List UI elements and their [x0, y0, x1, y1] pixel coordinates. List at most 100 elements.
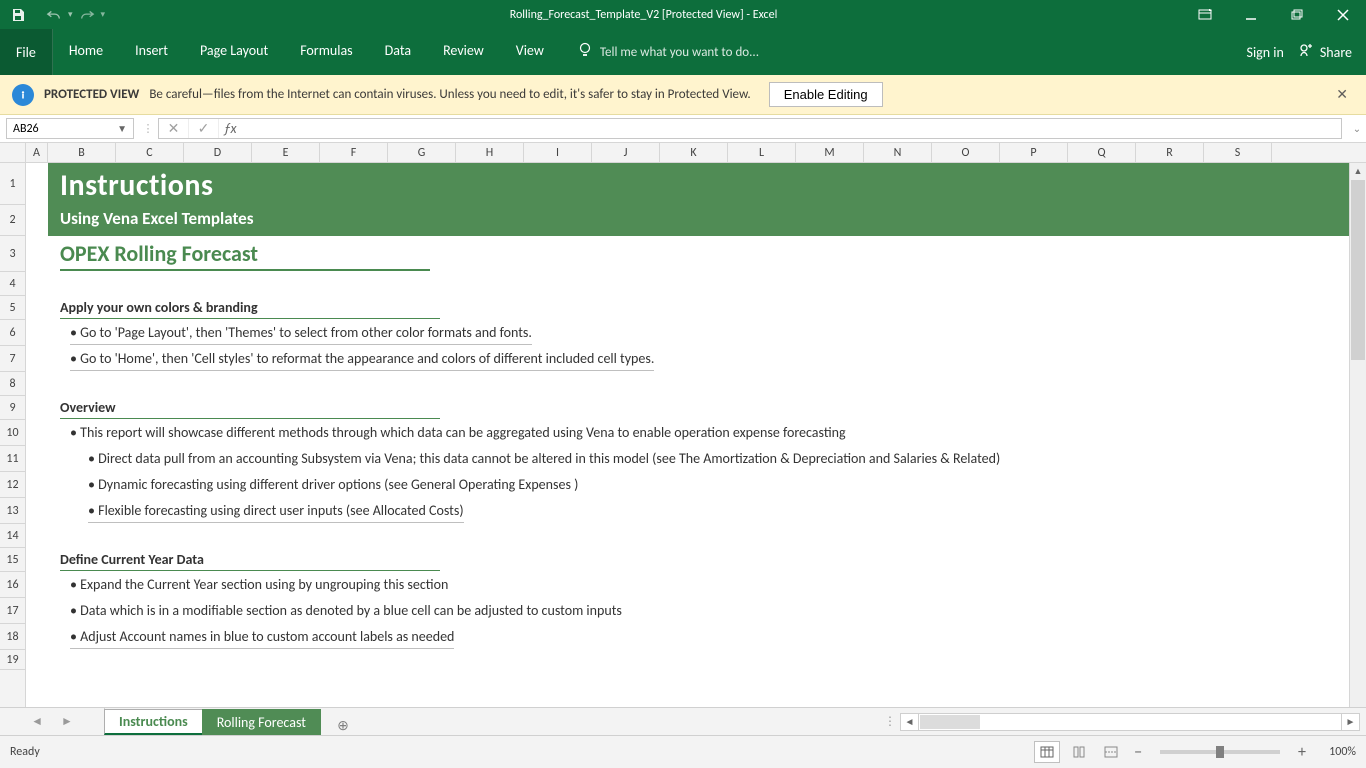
row-header[interactable]: 4	[0, 272, 25, 296]
row-header[interactable]: 9	[0, 396, 25, 420]
new-sheet-button[interactable]: ⊕	[329, 716, 357, 735]
ribbon-tab-view[interactable]: View	[500, 29, 560, 75]
row-header[interactable]: 16	[0, 572, 25, 598]
column-header[interactable]: I	[524, 143, 592, 162]
cell-grid[interactable]: ▲ ▼ Instructions Using Vena Excel Templa…	[26, 163, 1366, 735]
page-break-view-icon[interactable]	[1098, 741, 1124, 763]
zoom-out-button[interactable]: −	[1130, 743, 1146, 762]
column-header[interactable]: N	[864, 143, 932, 162]
share-button[interactable]: Share	[1298, 42, 1352, 62]
enter-formula-icon[interactable]: ✓	[189, 119, 219, 138]
sign-in-link[interactable]: Sign in	[1247, 44, 1284, 61]
horizontal-scrollbar[interactable]: ◄ ►	[900, 713, 1360, 731]
sheet-tab-instructions[interactable]: Instructions	[104, 709, 203, 735]
column-header[interactable]: K	[660, 143, 728, 162]
tab-nav-prev-icon[interactable]: ◄	[31, 714, 43, 729]
window-title: Rolling_Forecast_Template_V2 [Protected …	[105, 8, 1182, 22]
row-header[interactable]: 2	[0, 205, 25, 236]
tab-split-handle[interactable]: ⋮	[884, 714, 896, 729]
row-headers: 12345678910111213141516171819	[0, 163, 26, 735]
instruction-line: • This report will showcase different me…	[70, 424, 846, 444]
column-header[interactable]: J	[592, 143, 660, 162]
file-tab[interactable]: File	[0, 29, 53, 75]
row-header[interactable]: 1	[0, 163, 25, 205]
ribbon-tab-page-layout[interactable]: Page Layout	[184, 29, 284, 75]
column-header[interactable]: D	[184, 143, 252, 162]
ribbon-tab-data[interactable]: Data	[369, 29, 427, 75]
row-header[interactable]: 5	[0, 296, 25, 320]
cancel-formula-icon[interactable]: ✕	[159, 119, 189, 138]
row-header[interactable]: 12	[0, 472, 25, 498]
column-header[interactable]: G	[388, 143, 456, 162]
column-header[interactable]: C	[116, 143, 184, 162]
undo-icon[interactable]	[46, 7, 62, 23]
page-layout-view-icon[interactable]	[1066, 741, 1092, 763]
column-header[interactable]: F	[320, 143, 388, 162]
ribbon-tab-review[interactable]: Review	[427, 29, 500, 75]
ribbon-tab-insert[interactable]: Insert	[119, 29, 184, 75]
scroll-right-icon[interactable]: ►	[1341, 714, 1359, 730]
row-header[interactable]: 19	[0, 650, 25, 670]
row-header[interactable]: 17	[0, 598, 25, 624]
row-header[interactable]: 13	[0, 498, 25, 524]
column-headers: ABCDEFGHIJKLMNOPQRS	[0, 143, 1366, 163]
expand-formula-icon[interactable]: ⌄	[1348, 115, 1366, 142]
subsection-heading: Overview	[60, 399, 440, 419]
name-box[interactable]: AB26 ▼	[6, 118, 134, 139]
normal-view-icon[interactable]	[1034, 741, 1060, 763]
column-header[interactable]: Q	[1068, 143, 1136, 162]
column-header[interactable]: S	[1204, 143, 1272, 162]
tell-me[interactable]: Tell me what you want to do...	[560, 29, 759, 75]
fx-icon[interactable]: ƒx	[219, 120, 241, 137]
subsection-heading: Define Current Year Data	[60, 551, 440, 571]
ribbon-display-icon[interactable]	[1182, 0, 1228, 29]
instruction-line: • Go to 'Page Layout', then 'Themes' to …	[70, 324, 532, 345]
row-header[interactable]: 3	[0, 236, 25, 272]
formula-input[interactable]	[241, 119, 1341, 138]
row-header[interactable]: 7	[0, 346, 25, 372]
ribbon-tab-home[interactable]: Home	[53, 29, 119, 75]
column-header[interactable]: H	[456, 143, 524, 162]
column-header[interactable]: R	[1136, 143, 1204, 162]
title-bar: ▾ ▾ Rolling_Forecast_Template_V2 [Protec…	[0, 0, 1366, 29]
row-header[interactable]: 14	[0, 524, 25, 548]
row-header[interactable]: 10	[0, 420, 25, 446]
zoom-in-button[interactable]: +	[1294, 743, 1310, 762]
scroll-left-icon[interactable]: ◄	[901, 714, 919, 730]
chevron-down-icon[interactable]: ▼	[117, 122, 127, 135]
row-header[interactable]: 15	[0, 548, 25, 572]
instruction-line: • Adjust Account names in blue to custom…	[70, 628, 454, 649]
instruction-line: • Expand the Current Year section using …	[70, 576, 448, 596]
shield-icon	[12, 84, 34, 106]
tab-nav-next-icon[interactable]: ►	[61, 714, 73, 729]
hscroll-thumb[interactable]	[920, 715, 980, 729]
ribbon-tab-formulas[interactable]: Formulas	[284, 29, 368, 75]
column-header[interactable]: P	[1000, 143, 1068, 162]
zoom-level[interactable]: 100%	[1316, 745, 1356, 759]
zoom-slider[interactable]	[1160, 750, 1280, 754]
lightbulb-icon	[578, 42, 592, 62]
close-message-icon[interactable]: ✕	[1330, 86, 1354, 103]
row-header[interactable]: 6	[0, 320, 25, 346]
column-header[interactable]: O	[932, 143, 1000, 162]
minimize-icon[interactable]	[1228, 0, 1274, 29]
close-icon[interactable]	[1320, 0, 1366, 29]
row-header[interactable]: 11	[0, 446, 25, 472]
column-header[interactable]: E	[252, 143, 320, 162]
column-header[interactable]: B	[48, 143, 116, 162]
row-header[interactable]: 8	[0, 372, 25, 396]
subsection-heading: Apply your own colors & branding	[60, 299, 440, 319]
namebox-split-icon[interactable]: ⋮	[138, 115, 158, 142]
redo-icon[interactable]	[79, 7, 95, 23]
sheet-tab-rolling-forecast[interactable]: Rolling Forecast	[202, 709, 321, 735]
column-header[interactable]: L	[728, 143, 796, 162]
formula-bar: AB26 ▼ ⋮ ✕ ✓ ƒx ⌄	[0, 115, 1366, 143]
row-header[interactable]: 18	[0, 624, 25, 650]
column-header[interactable]: M	[796, 143, 864, 162]
column-header[interactable]: A	[26, 143, 48, 162]
enable-editing-button[interactable]: Enable Editing	[769, 82, 883, 107]
maximize-icon[interactable]	[1274, 0, 1320, 29]
select-all-corner[interactable]	[0, 143, 26, 162]
instruction-line: • Direct data pull from an accounting Su…	[88, 450, 1000, 470]
save-icon[interactable]	[10, 7, 26, 23]
